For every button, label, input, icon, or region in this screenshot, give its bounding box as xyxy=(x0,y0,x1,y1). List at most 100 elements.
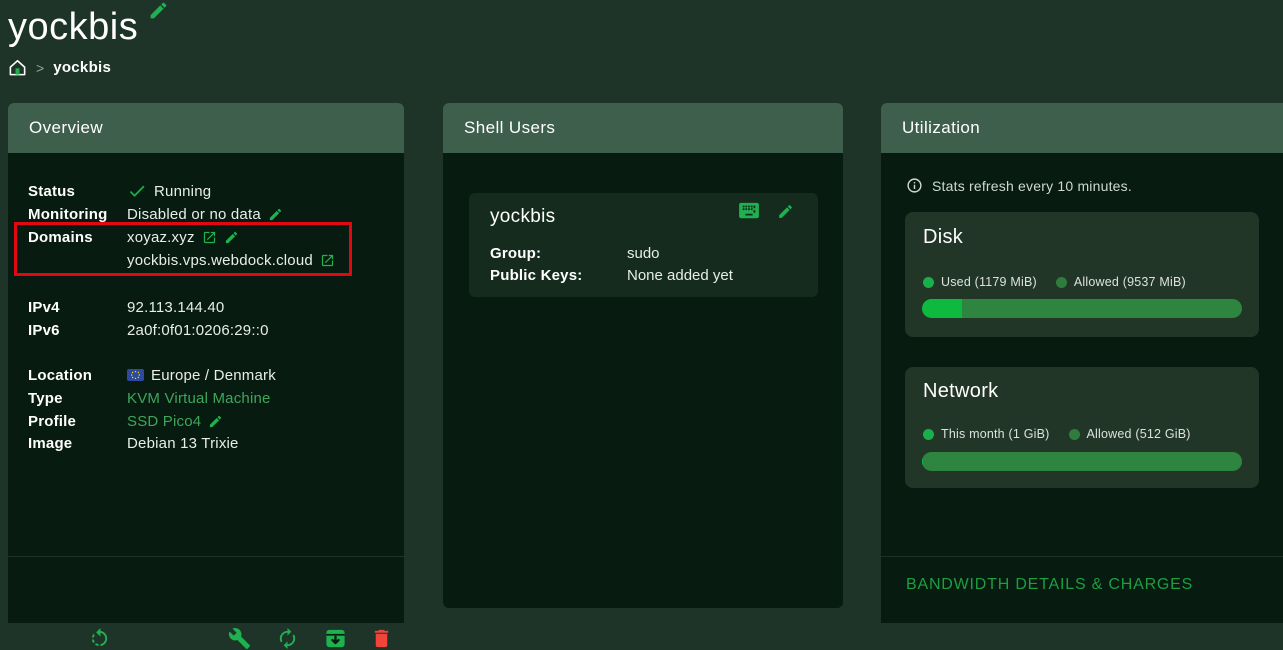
disk-title: Disk xyxy=(923,226,963,249)
page-title: yockbis xyxy=(8,6,138,49)
shell-user-name: yockbis xyxy=(490,206,555,228)
type-row: Type KVM Virtual Machine xyxy=(28,389,390,407)
ipv4-value: 92.113.144.40 xyxy=(127,299,224,316)
legend-item-allowed: Allowed (9537 MiB) xyxy=(1056,275,1186,289)
edit-domains-icon[interactable] xyxy=(224,230,239,245)
box-arrow-down-icon xyxy=(324,627,347,650)
public-keys-value: None added yet xyxy=(627,267,733,284)
overview-card-header: Overview xyxy=(8,103,404,153)
domains-label: Domains xyxy=(28,229,127,246)
stats-note-row: Stats refresh every 10 minutes. xyxy=(906,177,1132,194)
shell-users-card-title: Shell Users xyxy=(464,118,555,138)
disk-progress-used xyxy=(922,299,962,318)
edit-monitoring-icon[interactable] xyxy=(268,207,283,222)
external-link-icon[interactable] xyxy=(320,253,335,268)
info-icon xyxy=(906,177,923,194)
breadcrumb: > yockbis xyxy=(8,58,111,77)
status-row: Status Running xyxy=(28,182,390,200)
domain-secondary: yockbis.vps.webdock.cloud xyxy=(127,252,313,269)
home-icon[interactable] xyxy=(8,58,27,77)
edit-server-name-icon[interactable] xyxy=(148,0,169,21)
image-label: Image xyxy=(28,435,127,452)
ipv6-row: IPv6 2a0f:0f01:0206:29::0 xyxy=(28,321,390,339)
shell-user-panel: yockbis Group: sudo Public Keys: None ad… xyxy=(469,193,818,297)
network-used-label: This month (1 GiB) xyxy=(941,427,1050,441)
allowed-dot-icon xyxy=(1056,277,1067,288)
network-progress-bar xyxy=(922,452,1242,471)
location-row: Location Europe / Denmark xyxy=(28,366,390,384)
overview-card-title: Overview xyxy=(29,118,103,138)
restart-icon xyxy=(88,627,111,650)
network-panel: Network This month (1 GiB) Allowed (512 … xyxy=(905,367,1259,488)
ipv6-value: 2a0f:0f01:0206:29::0 xyxy=(127,322,269,339)
overview-card: Overview Status Running Monitoring Disab… xyxy=(8,103,404,623)
shell-users-card-header: Shell Users xyxy=(443,103,843,153)
group-label: Group: xyxy=(490,245,627,262)
check-icon xyxy=(127,181,147,201)
edit-user-icon[interactable] xyxy=(777,203,794,220)
utilization-card-title: Utilization xyxy=(902,118,980,138)
network-title: Network xyxy=(923,380,998,403)
location-value: Europe / Denmark xyxy=(151,367,276,384)
monitoring-row: Monitoring Disabled or no data xyxy=(28,205,390,223)
network-allowed-label: Allowed (512 GiB) xyxy=(1087,427,1191,441)
status-label: Status xyxy=(28,183,127,200)
eu-flag-icon xyxy=(127,369,144,381)
legend-item-used: This month (1 GiB) xyxy=(923,427,1050,441)
allowed-dot-icon xyxy=(1069,429,1080,440)
public-keys-row: Public Keys: None added yet xyxy=(490,267,733,284)
profile-label: Profile xyxy=(28,413,127,430)
disk-progress-bar xyxy=(922,299,1242,318)
domain-primary: xoyaz.xyz xyxy=(127,229,195,246)
status-value: Running xyxy=(154,183,211,200)
monitoring-value: Disabled or no data xyxy=(127,206,261,223)
utilization-footer: BANDWIDTH DETAILS & CHARGES xyxy=(881,556,1283,623)
edit-profile-icon[interactable] xyxy=(208,414,223,429)
domains-row: Domains xoyaz.xyz xyxy=(28,228,390,246)
monitoring-label: Monitoring xyxy=(28,206,127,223)
legend-item-used: Used (1179 MiB) xyxy=(923,275,1037,289)
sync-icon xyxy=(276,627,299,650)
domains-row-secondary: yockbis.vps.webdock.cloud xyxy=(28,251,390,269)
page-header: yockbis xyxy=(8,0,169,49)
ipv4-label: IPv4 xyxy=(28,299,127,316)
group-row: Group: sudo xyxy=(490,245,660,262)
breadcrumb-current: yockbis xyxy=(53,59,111,76)
external-link-icon[interactable] xyxy=(202,230,217,245)
delete-button[interactable] xyxy=(370,627,393,650)
used-dot-icon xyxy=(923,277,934,288)
breadcrumb-separator: > xyxy=(36,60,44,76)
disk-panel: Disk Used (1179 MiB) Allowed (9537 MiB) xyxy=(905,212,1259,337)
type-label: Type xyxy=(28,390,127,407)
utilization-card-header: Utilization xyxy=(881,103,1283,153)
wrench-icon xyxy=(228,627,251,650)
type-link[interactable]: KVM Virtual Machine xyxy=(127,390,271,407)
utilization-card: Utilization Stats refresh every 10 minut… xyxy=(881,103,1283,623)
disk-used-label: Used (1179 MiB) xyxy=(941,275,1037,289)
location-label: Location xyxy=(28,367,127,384)
ipv4-row: IPv4 92.113.144.40 xyxy=(28,298,390,316)
used-dot-icon xyxy=(923,429,934,440)
disk-allowed-label: Allowed (9537 MiB) xyxy=(1074,275,1186,289)
restart-button[interactable] xyxy=(88,627,111,650)
image-row: Image Debian 13 Trixie xyxy=(28,434,390,452)
network-legend: This month (1 GiB) Allowed (512 GiB) xyxy=(923,427,1191,441)
disk-legend: Used (1179 MiB) Allowed (9537 MiB) xyxy=(923,275,1186,289)
profile-row: Profile SSD Pico4 xyxy=(28,412,390,430)
shell-users-card: Shell Users yockbis Group: sudo Public K… xyxy=(443,103,843,608)
group-value: sudo xyxy=(627,245,660,262)
public-keys-label: Public Keys: xyxy=(490,267,627,284)
trash-icon xyxy=(370,627,393,650)
tools-button[interactable] xyxy=(228,627,251,650)
keyboard-icon[interactable] xyxy=(738,202,760,220)
profile-link[interactable]: SSD Pico4 xyxy=(127,413,201,430)
overview-actions xyxy=(8,556,404,623)
backup-button[interactable] xyxy=(324,627,347,650)
bandwidth-details-link[interactable]: BANDWIDTH DETAILS & CHARGES xyxy=(906,576,1193,594)
image-value: Debian 13 Trixie xyxy=(127,435,239,452)
reinstall-button[interactable] xyxy=(276,627,299,650)
network-progress-used xyxy=(922,452,923,471)
legend-item-allowed: Allowed (512 GiB) xyxy=(1069,427,1191,441)
ipv6-label: IPv6 xyxy=(28,322,127,339)
stats-note: Stats refresh every 10 minutes. xyxy=(932,178,1132,194)
